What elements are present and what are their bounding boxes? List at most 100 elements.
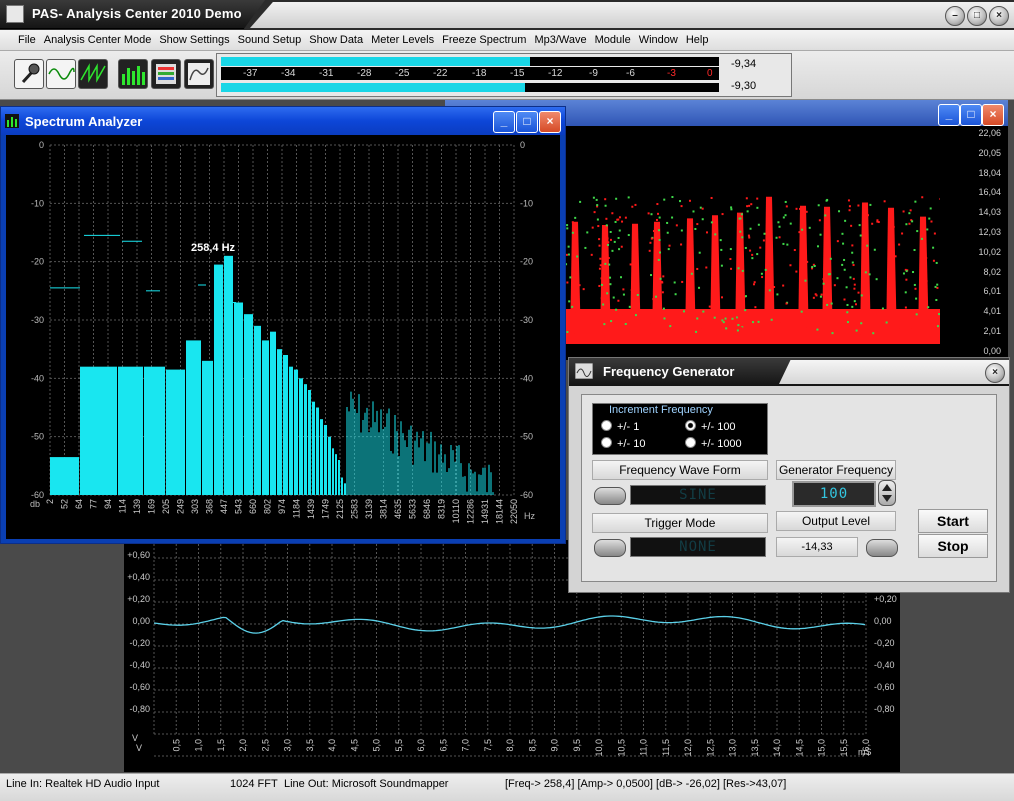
- spectrogram-dot: [784, 200, 787, 203]
- spectrogram-dot: [890, 286, 893, 289]
- spectrogram-dot: [826, 303, 829, 306]
- radio-label: +/- 100: [701, 421, 736, 433]
- spectrum-bar: [308, 390, 311, 495]
- trigger-mode-spinner[interactable]: [594, 539, 626, 557]
- spectrogram-dot: [784, 214, 787, 217]
- generator-frequency-display[interactable]: 100: [792, 481, 876, 507]
- stop-button[interactable]: Stop: [918, 534, 988, 558]
- spectrogram-dot: [710, 221, 713, 224]
- wave-form-spinner[interactable]: [594, 487, 626, 505]
- spectrogram-dot: [631, 205, 634, 208]
- maximize-button[interactable]: □: [967, 6, 987, 26]
- menu-file[interactable]: File: [0, 30, 40, 50]
- menu-window[interactable]: Window: [635, 30, 682, 50]
- start-button[interactable]: Start: [918, 509, 988, 533]
- spectrogram-dot: [571, 305, 574, 308]
- spectrogram-dot: [750, 203, 753, 206]
- spectrogram-dot: [716, 309, 719, 312]
- spectrogram-dot: [843, 298, 846, 301]
- spectrogram-dot: [857, 204, 860, 207]
- minimize-button[interactable]: –: [945, 6, 965, 26]
- spectrogram-dot: [864, 214, 867, 217]
- spectrogram-dot: [725, 327, 728, 330]
- spectrogram-dot: [629, 263, 632, 266]
- envelope-icon[interactable]: [184, 59, 214, 89]
- output-level-spinner[interactable]: [866, 539, 898, 557]
- spectrogram-dot: [606, 292, 609, 295]
- spectrogram-close-button[interactable]: ×: [982, 104, 1004, 126]
- spectrogram-dot: [578, 284, 581, 287]
- spectrogram-dot: [615, 308, 618, 311]
- data-icon[interactable]: [151, 59, 181, 89]
- spectrogram-dot: [679, 200, 682, 203]
- spectrogram-minimize-button[interactable]: _: [938, 104, 960, 126]
- spectrogram-dot: [730, 267, 733, 270]
- radio-plus-minus-1000[interactable]: +/- 1000: [685, 437, 742, 450]
- spectrum-plot: 0 0-10 -10-20 -20-30 -30-40 -40-50 -50-60 -60db…: [30, 140, 535, 524]
- spectrogram-dot: [575, 270, 578, 273]
- spectrum-bar: [118, 366, 143, 495]
- radio-plus-minus-10[interactable]: +/- 10: [601, 437, 645, 450]
- radio-plus-minus-1[interactable]: +/- 1: [601, 420, 639, 433]
- radio-plus-minus-100[interactable]: +/- 100: [685, 420, 736, 433]
- spectrogram-dot: [897, 326, 900, 329]
- spectrogram-dot: [902, 210, 905, 213]
- spectrum-analyzer-title-bar: Spectrum Analyzer _ □ ×: [1, 107, 565, 135]
- spectrogram-dot: [826, 254, 829, 257]
- menu-analysis-center-mode[interactable]: Analysis Center Mode: [40, 30, 156, 50]
- generator-close-button[interactable]: ×: [985, 363, 1005, 383]
- spectrum-minimize-button[interactable]: _: [493, 111, 515, 133]
- spectrogram-dot: [648, 321, 651, 324]
- spectrogram-dot: [919, 306, 922, 309]
- spectrogram-dot: [620, 245, 623, 248]
- spectrogram-dot: [596, 218, 599, 221]
- spectrogram-dot: [785, 302, 788, 305]
- x-tick-label: 13,0: [728, 739, 738, 757]
- spectrogram-dot: [921, 196, 924, 199]
- menu-meter-levels[interactable]: Meter Levels: [367, 30, 438, 50]
- x-tick-label: 13,5: [750, 739, 760, 757]
- menu-show-settings[interactable]: Show Settings: [155, 30, 233, 50]
- spectrogram-maximize-button[interactable]: □: [960, 104, 982, 126]
- x-tick-label: 543: [234, 499, 244, 514]
- spectrogram-dot: [609, 283, 612, 286]
- spectrogram-dot: [705, 266, 708, 269]
- spectrogram-dot: [610, 320, 613, 323]
- spectrogram-dot: [926, 228, 929, 231]
- menu-sound-setup[interactable]: Sound Setup: [234, 30, 306, 50]
- spectrogram-dot: [733, 332, 736, 335]
- sawtooth-wave-icon[interactable]: [78, 59, 108, 89]
- spectrogram-dot: [721, 213, 724, 216]
- spectrogram-dot: [584, 246, 587, 249]
- menu-freeze-spectrum[interactable]: Freeze Spectrum: [438, 30, 530, 50]
- microphone-icon[interactable]: [14, 59, 44, 89]
- close-button[interactable]: ×: [989, 6, 1009, 26]
- spectrogram-dot: [627, 196, 630, 199]
- output-level-value: -14,33: [776, 537, 858, 557]
- spectrogram-dot: [696, 267, 699, 270]
- spectrogram-dot: [737, 315, 740, 318]
- menu-show-data[interactable]: Show Data: [305, 30, 367, 50]
- spectrogram-dot: [756, 206, 759, 209]
- status-line-in: Line In: Realtek HD Audio Input: [6, 778, 160, 790]
- spectrogram-dot: [604, 198, 607, 201]
- scope-trace: [153, 615, 866, 634]
- menu-help[interactable]: Help: [682, 30, 713, 50]
- meter-scale-label: -37: [243, 68, 258, 79]
- sine-wave-icon[interactable]: [46, 59, 76, 89]
- x-tick-label: 9,0: [550, 739, 560, 752]
- spectrogram-dot: [777, 221, 780, 224]
- spectrogram-dot: [759, 246, 762, 249]
- spectrum-maximize-button[interactable]: □: [516, 111, 538, 133]
- y-tick-label-right: -0,80: [874, 704, 895, 714]
- spectrogram-dot: [694, 227, 697, 230]
- spectrogram-dot: [572, 242, 575, 245]
- spectrogram-dot: [869, 203, 872, 206]
- menu-module[interactable]: Module: [591, 30, 635, 50]
- spectrum-close-button[interactable]: ×: [539, 111, 561, 133]
- spectrogram-dot: [761, 330, 764, 333]
- spectrogram-dot: [939, 197, 940, 200]
- menu-mp3-wave[interactable]: Mp3/Wave: [530, 30, 590, 50]
- frequency-up-down-icon[interactable]: [878, 480, 896, 506]
- spectrum-icon[interactable]: [118, 59, 148, 89]
